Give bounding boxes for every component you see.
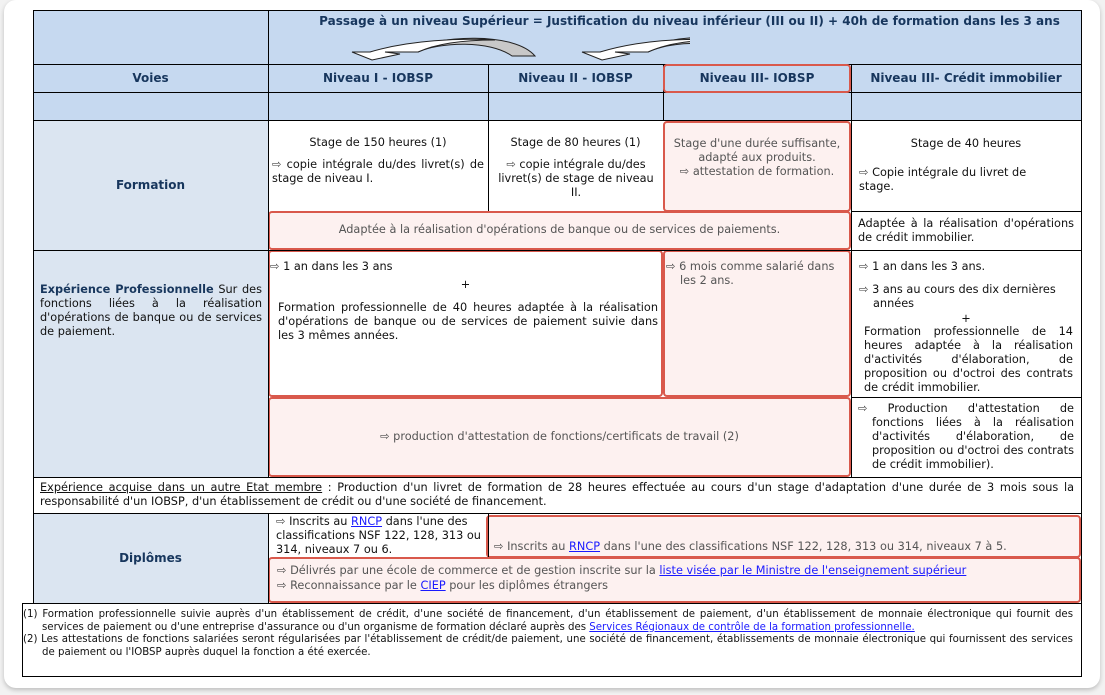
footnote-2-number: (2): [23, 634, 38, 645]
table-border-left: [33, 10, 34, 604]
formation-n2-title: Stage de 80 heures (1): [510, 136, 641, 149]
formation-ci-adapted: Adaptée à la réalisation d'opérations de…: [858, 217, 1074, 244]
arrow-bullet-icon: ⇨: [272, 158, 282, 171]
formation-ci-title: Stage de 40 heures: [910, 137, 1022, 150]
formation-n1-detail: ⇨ copie intégrale du/des livret(s) de st…: [272, 158, 484, 185]
rule: [33, 92, 1082, 93]
arrow-bullet-icon: ⇨: [666, 260, 676, 273]
autre-etat-membre-text: Expérience acquise dans un autre Etat me…: [40, 481, 1075, 508]
arrow-bullet-icon: ⇨: [679, 165, 690, 178]
arrow-bullet-icon: ⇨: [277, 564, 287, 577]
experience-ci-plus: +: [961, 312, 971, 325]
rule: [33, 250, 1082, 251]
experience-n12-formation: Formation professionnelle de 40 heures a…: [278, 301, 658, 342]
experience-label-title: Expérience Professionnelle: [40, 283, 214, 296]
row-label-experience: Expérience Professionnelle Sur des fonct…: [40, 283, 262, 338]
level-arrows: [351, 37, 690, 61]
arrow-bullet-icon: ⇨: [506, 158, 516, 171]
rncp-link[interactable]: RNCP: [351, 515, 382, 528]
experience-shared-attestation: ⇨ production d'attestation de fonctions/…: [380, 430, 739, 443]
arrow-bullet-icon: ⇨: [859, 283, 869, 296]
highlight-header-niveau-3: [663, 64, 851, 93]
curved-arrow-icon: [351, 37, 537, 61]
arrow-bullet-icon: ⇨: [277, 579, 287, 592]
rule: [488, 64, 489, 211]
arrow-bullet-icon: ⇨: [270, 260, 280, 273]
formation-n1-title: Stage de 150 heures (1): [309, 136, 447, 149]
footnote-1-number: (1): [23, 609, 38, 620]
arrow-bullet-icon: ⇨: [276, 515, 286, 528]
liste-visee-link[interactable]: liste visée par le Ministre de l'enseign…: [659, 564, 966, 577]
arrow-bullet-icon: ⇨: [859, 166, 869, 179]
rule: [33, 477, 1082, 478]
rule: [268, 513, 269, 603]
diplomes-n1-text: ⇨ Inscrits au RNCP dans l'une des classi…: [276, 515, 481, 556]
rule: [851, 397, 1082, 398]
formation-ci-detail: ⇨ Copie intégrale du livret de stage.: [859, 166, 1027, 193]
formation-n3-text: Stage d'une durée suffisante, adapté aux…: [673, 137, 841, 178]
footnote-1: (1) Formation professionnelle suivie aup…: [23, 609, 1073, 658]
formation-n2-detail: ⇨ copie intégrale du/des livret(s) de st…: [498, 158, 654, 199]
rncp-link[interactable]: RNCP: [569, 540, 600, 553]
curved-arrow-icon: [581, 37, 690, 61]
footnote-2: (2) Les attestations de fonctions salari…: [23, 634, 1073, 658]
table-border-bottom: [22, 603, 1082, 604]
experience-ci-line1: ⇨ 1 an dans les 3 ans.: [859, 260, 986, 273]
arrow-bullet-icon: ⇨: [859, 260, 869, 273]
arrow-bullet-icon: ⇨: [494, 540, 504, 553]
rule: [851, 64, 852, 477]
experience-n12-plus: +: [460, 278, 471, 291]
column-header-niveau-1: Niveau I - IOBSP: [323, 71, 433, 85]
rule: [33, 513, 1082, 514]
diplomes-ciep-text: ⇨ Reconnaissance par le CIEP pour les di…: [277, 579, 609, 592]
table-border-right: [1081, 10, 1082, 604]
rule: [488, 513, 489, 557]
ciep-link[interactable]: CIEP: [420, 579, 445, 592]
experience-ci-formation: Formation professionnelle de 14 heures a…: [864, 325, 1073, 394]
column-header-niveau-3-credit-immobilier: Niveau III- Crédit immobilier: [870, 71, 1062, 85]
row-label-diplomes: Diplômes: [119, 551, 182, 565]
diplomes-rest-text: ⇨ Inscrits au RNCP dans l'une des classi…: [494, 540, 1007, 553]
experience-n3-text: ⇨ 6 mois comme salarié dans les 2 ans.: [666, 260, 835, 287]
arrow-bullet-icon: ⇨: [380, 430, 390, 443]
rule: [33, 64, 1082, 65]
rule: [268, 10, 269, 477]
experience-ci-attestation: ⇨ Production d'attestation de fonctions …: [858, 402, 1074, 471]
arrow-bullet-icon: ⇨: [858, 402, 868, 415]
column-header-niveau-2: Niveau II - IOBSP: [518, 71, 633, 85]
table-border-top: [33, 10, 1082, 11]
autre-etat-membre-label: Expérience acquise dans un autre Etat me…: [40, 481, 323, 494]
row-label-formation: Formation: [115, 178, 186, 192]
services-regionaux-link[interactable]: Services Régionaux de contrôle de la for…: [589, 622, 914, 633]
diplomes-ecole-text: ⇨ Délivrés par une école de commerce et …: [277, 564, 967, 577]
column-header-voies: Voies: [132, 71, 169, 85]
experience-n12-line1: ⇨ 1 an dans les 3 ans: [270, 260, 393, 273]
rule: [33, 120, 1082, 121]
experience-ci-line2: ⇨ 3 ans au cours des dix dernières année…: [859, 283, 1056, 310]
rule: [851, 211, 1082, 212]
formation-shared-banque: Adaptée à la réalisation d'opérations de…: [338, 222, 781, 236]
